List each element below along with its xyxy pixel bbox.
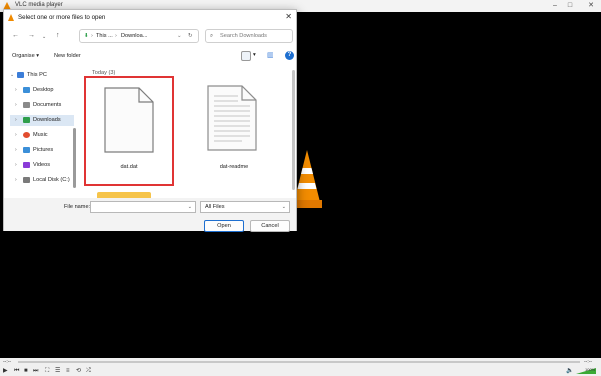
chevron-down-icon[interactable]: ⌄ (177, 33, 182, 39)
tree-label: Desktop (33, 87, 54, 93)
open-button[interactable]: Open (204, 220, 244, 232)
minimize-icon[interactable]: – (548, 1, 562, 11)
stop-icon[interactable]: ■ (24, 367, 28, 375)
dialog-footer: File name: ⌄ All Files ⌄ Open Cancel (4, 198, 296, 232)
tree-label: Music (33, 132, 48, 138)
vlc-logo-icon (8, 14, 14, 21)
file-name: dat-readme (219, 164, 249, 170)
file-list-pane: Today (3) dat.dat dat-readme (82, 68, 296, 198)
playlist-icon[interactable]: ≡ (66, 367, 70, 375)
speaker-icon[interactable]: 🔈 (566, 367, 573, 375)
shuffle-icon[interactable]: ⤮ (86, 367, 91, 375)
file-name-label: File name: (64, 204, 91, 210)
file-type-select[interactable]: All Files ⌄ (200, 201, 290, 213)
extended-settings-icon[interactable]: ☰ (55, 367, 60, 375)
chevron-down-icon: ⌄ (281, 204, 286, 210)
chevron-right-icon[interactable]: › (15, 117, 17, 123)
view-options-icon[interactable] (241, 51, 251, 61)
chevron-right-icon[interactable]: › (15, 177, 17, 183)
tree-item-music[interactable]: › Music (10, 130, 74, 141)
tree-label: Downloads (33, 117, 61, 123)
chevron-right-icon: › (91, 33, 93, 39)
chevron-right-icon[interactable]: › (15, 102, 17, 108)
up-icon[interactable]: ↑ (56, 32, 60, 39)
blank-document-icon (104, 87, 154, 153)
desktop-icon (23, 87, 30, 93)
disk-icon (23, 177, 30, 183)
preview-pane-icon[interactable]: ▥ (267, 51, 274, 59)
tree-item-documents[interactable]: › Documents (10, 100, 74, 111)
cancel-button[interactable]: Cancel (250, 220, 290, 232)
loop-icon[interactable]: ⟲ (76, 367, 81, 375)
music-icon (23, 132, 30, 138)
tree-item-pictures[interactable]: › Pictures (10, 145, 74, 156)
dialog-title: Select one or more files to open (18, 14, 106, 21)
next-icon[interactable]: ⏭ (33, 367, 38, 375)
close-icon[interactable]: ✕ (584, 1, 598, 11)
back-icon[interactable]: ← (12, 32, 19, 39)
breadcrumb-this-pc[interactable]: This ... (96, 33, 113, 39)
file-name: dat.dat (120, 164, 138, 170)
organise-menu[interactable]: Organise ▾ (12, 53, 39, 59)
elapsed-time: --:-- (3, 359, 12, 365)
tree-label: Local Disk (C:) (33, 177, 70, 183)
chevron-right-icon[interactable]: › (15, 87, 17, 93)
organise-label: Organise (12, 53, 35, 59)
command-bar: Organise ▾ New folder ▾ ▥ ? (4, 50, 296, 64)
volume-level: 100% (585, 367, 596, 372)
chevron-down-icon[interactable]: ⌄ (10, 72, 14, 78)
maximize-icon[interactable]: □ (563, 1, 577, 11)
file-list-scrollbar[interactable] (292, 70, 295, 190)
pictures-icon (23, 147, 30, 153)
navigation-scrollbar[interactable] (73, 128, 76, 188)
tree-label: Pictures (33, 147, 54, 153)
close-icon[interactable]: ✕ (285, 12, 292, 21)
refresh-icon[interactable]: ↻ (188, 33, 193, 39)
search-placeholder: Search Downloads (220, 33, 267, 39)
search-icon: ⌕ (210, 33, 214, 39)
open-file-dialog: Select one or more files to open ✕ ← → ⌄… (3, 9, 297, 232)
search-input[interactable]: ⌕ Search Downloads (205, 29, 293, 43)
previous-icon[interactable]: ⏮ (14, 367, 19, 375)
remaining-time: --:-- (584, 359, 593, 365)
navigation-pane: ⌄ This PC › Desktop › Documents › Downlo… (4, 68, 78, 198)
chevron-right-icon[interactable]: › (15, 162, 17, 168)
chevron-down-icon[interactable]: ⌄ (188, 204, 192, 210)
seek-slider[interactable] (18, 361, 580, 363)
file-name-input[interactable]: ⌄ (90, 201, 196, 213)
forward-icon[interactable]: → (28, 32, 35, 39)
tree-item-desktop[interactable]: › Desktop (10, 85, 74, 96)
tree-label: Documents (33, 102, 62, 108)
vlc-window-title: VLC media player (15, 2, 63, 8)
chevron-right-icon[interactable]: › (15, 132, 17, 138)
vlc-control-bar: --:-- --:-- ▶ ⏮ ■ ⏭ ⛶ ☰ ≡ ⟲ ⤮ 🔈 100% (0, 358, 601, 376)
this-pc-icon (17, 72, 24, 78)
chevron-right-icon: › (115, 33, 117, 39)
tree-item-videos[interactable]: › Videos (10, 160, 74, 171)
address-bar[interactable]: ⬇ › This ... › Downloa... ⌄ ↻ (79, 29, 199, 43)
documents-icon (23, 102, 30, 108)
videos-icon (23, 162, 30, 168)
play-icon[interactable]: ▶ (3, 367, 8, 375)
fullscreen-icon[interactable]: ⛶ (45, 367, 49, 375)
tree-item-local-disk[interactable]: › Local Disk (C:) (10, 175, 74, 186)
chevron-down-icon[interactable]: ▾ (253, 52, 256, 58)
file-type-value: All Files (205, 204, 225, 210)
file-item-dat-dat[interactable]: dat.dat (84, 76, 174, 186)
chevron-down-icon[interactable]: ⌄ (42, 34, 46, 40)
navigation-bar: ← → ⌄ ↑ ⬇ › This ... › Downloa... ⌄ ↻ ⌕ … (4, 27, 296, 47)
breadcrumb-downloads[interactable]: Downloa... (121, 33, 147, 39)
tree-item-this-pc[interactable]: ⌄ This PC (10, 70, 74, 81)
downloads-icon (23, 117, 30, 123)
dialog-title-bar: Select one or more files to open ✕ (4, 10, 296, 25)
file-item-dat-readme[interactable]: dat-readme (189, 76, 279, 186)
tree-label: Videos (33, 162, 51, 168)
tree-label: This PC (27, 72, 47, 78)
help-icon[interactable]: ? (285, 51, 294, 60)
text-document-icon (207, 85, 257, 151)
new-folder-button[interactable]: New folder (54, 53, 81, 59)
tree-item-downloads[interactable]: › Downloads (10, 115, 74, 126)
chevron-right-icon[interactable]: › (15, 147, 17, 153)
downloads-icon: ⬇ (84, 33, 89, 39)
